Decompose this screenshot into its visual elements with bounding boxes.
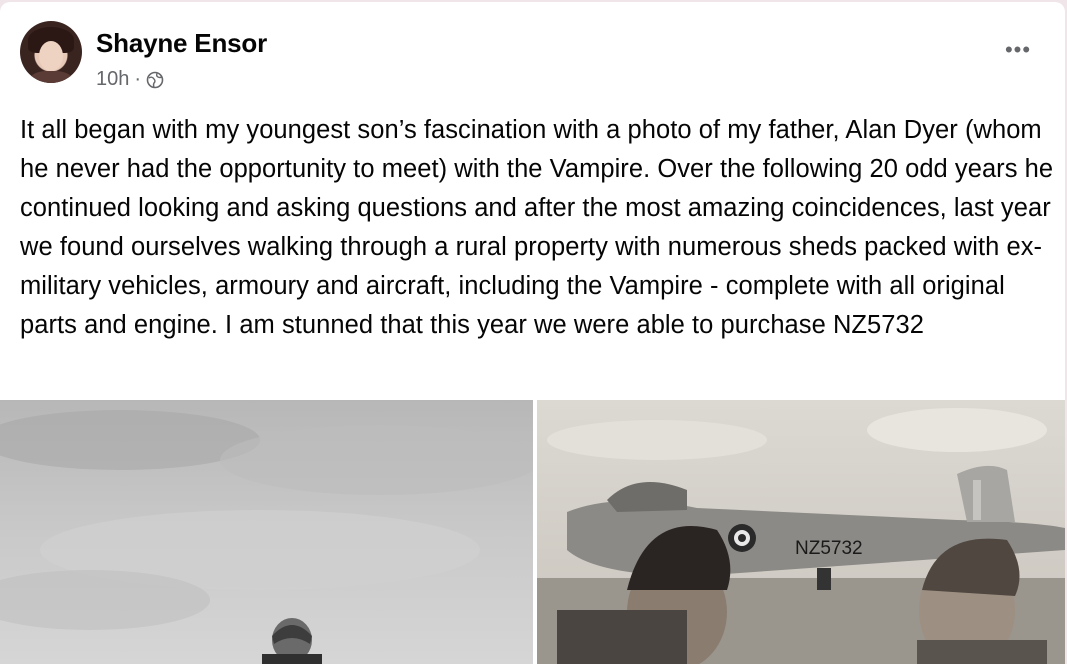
post-meta: 10h · bbox=[96, 68, 164, 91]
post-time[interactable]: 10h bbox=[96, 68, 129, 91]
photo-left-scene bbox=[0, 400, 533, 664]
avatar-shirt bbox=[30, 71, 72, 83]
avatar[interactable] bbox=[20, 21, 82, 83]
photo-right[interactable]: NZ5732 bbox=[537, 400, 1065, 664]
author-name[interactable]: Shayne Ensor bbox=[96, 28, 267, 59]
tail-marking: NZ5732 bbox=[795, 538, 863, 559]
meta-separator: · bbox=[134, 68, 142, 90]
more-options-button[interactable]: ••• bbox=[1000, 32, 1036, 68]
photo-left[interactable] bbox=[0, 400, 533, 664]
globe-icon[interactable] bbox=[146, 71, 164, 89]
photo-right-scene: NZ5732 bbox=[537, 400, 1065, 664]
post-card: Shayne Ensor 10h · ••• It all began with… bbox=[0, 2, 1065, 664]
post-text: It all began with my youngest son’s fasc… bbox=[20, 116, 1054, 339]
more-options-icon: ••• bbox=[1004, 37, 1032, 62]
avatar-face bbox=[39, 41, 63, 71]
